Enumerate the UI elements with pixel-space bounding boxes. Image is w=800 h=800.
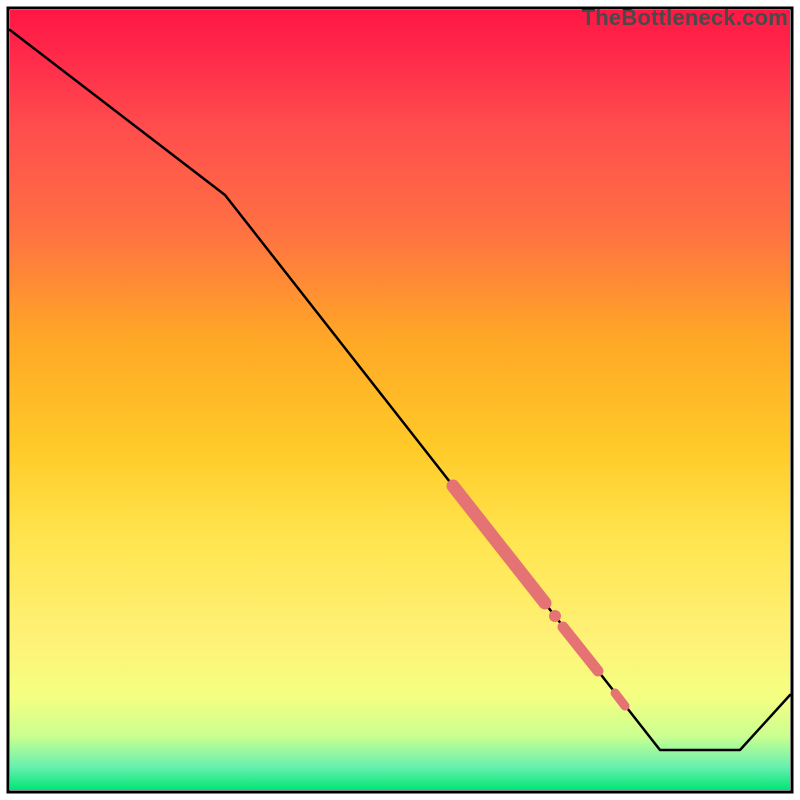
watermark-label: TheBottleneck.com xyxy=(582,5,788,31)
chart-svg xyxy=(0,0,800,800)
dot-group xyxy=(549,610,561,622)
chart-background xyxy=(10,10,790,790)
highlight-dot1 xyxy=(549,610,561,622)
chart-container: TheBottleneck.com xyxy=(0,0,800,800)
